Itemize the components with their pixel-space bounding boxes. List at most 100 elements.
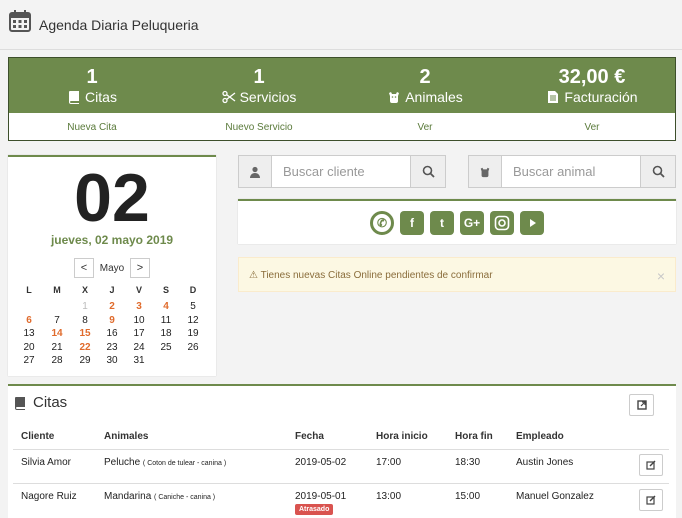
calendar-day[interactable]: 8 [73, 315, 97, 326]
calendar-day[interactable]: 10 [127, 315, 151, 326]
calendar-day[interactable]: 5 [181, 301, 205, 312]
whatsapp-icon[interactable]: ✆ [370, 210, 394, 235]
client-search-button[interactable] [410, 156, 445, 187]
calendar-day[interactable]: 24 [127, 342, 151, 353]
twitter-icon[interactable]: t [430, 210, 454, 235]
calendar-day[interactable]: 1 [73, 301, 97, 312]
book-icon [69, 91, 80, 104]
calendar-day[interactable]: 20 [17, 342, 41, 353]
calendar-day[interactable]: 30 [100, 355, 124, 366]
animal-name: Mandarina [104, 491, 152, 502]
stats-panel: 1 Citas 1 Servicios 2 Animales 32,00 € F… [8, 57, 676, 141]
warning-icon: ⚠ [249, 270, 258, 281]
calendar-day[interactable]: 26 [181, 342, 205, 353]
col-hora-inicio: Hora inicio [376, 431, 428, 442]
cell-animal: Peluche ( Coton de tulear - canina ) [104, 457, 226, 468]
calendar-day[interactable]: 3 [127, 301, 151, 312]
edit-button[interactable] [639, 454, 663, 476]
calendar-day[interactable]: 16 [100, 328, 124, 339]
calendar-day[interactable]: 23 [100, 342, 124, 353]
dog-icon [480, 167, 490, 177]
weekday-label: L [26, 285, 32, 295]
calendar-day[interactable]: 25 [154, 342, 178, 353]
stat-citas: 1 Citas [9, 58, 175, 113]
weekday-label: M [53, 285, 61, 295]
user-icon [250, 166, 260, 178]
calendar-day[interactable]: 17 [127, 328, 151, 339]
calendar-day[interactable]: 11 [154, 315, 178, 326]
calendar-day[interactable]: 13 [17, 328, 41, 339]
youtube-icon[interactable] [520, 210, 544, 235]
weekday-label: D [189, 285, 197, 295]
calendar-day[interactable]: 7 [45, 315, 69, 326]
animal-name: Peluche [104, 457, 141, 468]
client-addon [239, 156, 272, 187]
citas-panel: Citas Cliente Animales Fecha Hora inicio… [8, 384, 676, 518]
cell-cliente: Silvia Amor [21, 457, 72, 468]
edit-icon [646, 495, 656, 505]
ver-facturacion-link[interactable]: Ver [509, 122, 675, 133]
scissors-icon [221, 90, 235, 104]
stat-label: Servicios [239, 89, 297, 105]
calendar-day[interactable]: 9 [100, 315, 124, 326]
calendar-day[interactable]: 15 [73, 328, 97, 339]
calendar-day[interactable]: 12 [181, 315, 205, 326]
cell-empleado: Manuel Gonzalez [516, 491, 594, 502]
weekday-label: S [162, 285, 169, 295]
stat-label-row: Servicios [176, 89, 342, 105]
calendar-day[interactable]: 4 [154, 301, 178, 312]
nuevo-servicio-link[interactable]: Nuevo Servicio [176, 122, 342, 133]
prev-month-button[interactable]: < [74, 258, 94, 278]
search-icon [422, 165, 435, 178]
calendar-day[interactable]: 31 [127, 355, 151, 366]
cell-hora-inicio: 17:00 [376, 457, 402, 468]
top-bar: Agenda Diaria Peluqueria [0, 0, 682, 50]
calendar-day[interactable]: 2 [100, 301, 124, 312]
instagram-icon[interactable] [490, 210, 514, 235]
cell-hora-fin: 18:30 [455, 457, 481, 468]
weekday-label: V [135, 285, 142, 295]
book-icon [15, 396, 25, 410]
animal-addon [469, 156, 502, 187]
nueva-cita-link[interactable]: Nueva Cita [9, 122, 175, 133]
instagram-glyph [494, 215, 510, 230]
calendar-day[interactable]: 18 [154, 328, 178, 339]
client-search-input[interactable] [272, 156, 410, 187]
ver-animales-link[interactable]: Ver [342, 122, 508, 133]
calendar-day[interactable]: 22 [73, 342, 97, 353]
facebook-icon[interactable]: f [400, 210, 424, 235]
animal-search-button[interactable] [640, 156, 675, 187]
col-animales: Animales [104, 431, 149, 442]
calendar-day[interactable]: 6 [17, 315, 41, 326]
row-divider [13, 483, 669, 484]
stat-value: 1 [253, 66, 265, 88]
calendar-day[interactable]: 27 [17, 355, 41, 366]
stat-label: Animales [405, 89, 463, 105]
edit-icon [646, 460, 656, 470]
alert-close-button[interactable]: × [657, 268, 665, 284]
calendar-day[interactable]: 29 [73, 355, 97, 366]
export-button[interactable] [629, 394, 654, 416]
app-title: Agenda Diaria Peluqueria [39, 17, 199, 33]
current-day: 02 [74, 160, 150, 236]
animal-search-input[interactable] [502, 156, 640, 187]
animal-search [468, 155, 676, 188]
calendar-day[interactable]: 21 [45, 342, 69, 353]
weekday-label: J [109, 285, 115, 295]
calendar-day[interactable]: 19 [181, 328, 205, 339]
search-icon [652, 165, 665, 178]
next-month-button[interactable]: > [130, 258, 150, 278]
stat-value: 32,00 € [558, 66, 626, 88]
cell-cliente: Nagore Ruiz [21, 491, 77, 502]
calendar-day[interactable]: 14 [45, 328, 69, 339]
google-plus-icon[interactable]: G+ [460, 210, 484, 235]
stat-facturacion: 32,00 € Facturación [509, 58, 675, 113]
col-hora-fin: Hora fin [455, 431, 493, 442]
edit-button[interactable] [639, 489, 663, 511]
calendar-day[interactable]: 28 [45, 355, 69, 366]
citas-title: Citas [33, 394, 68, 411]
calendar-card: 02 jueves, 02 mayo 2019 < Mayo > L M X J V S D… [8, 155, 216, 376]
stat-value: 2 [419, 66, 431, 88]
calendar-icon [9, 10, 31, 32]
online-appointments-alert: ⚠ Tienes nuevas Citas Online pendientes … [238, 257, 676, 292]
